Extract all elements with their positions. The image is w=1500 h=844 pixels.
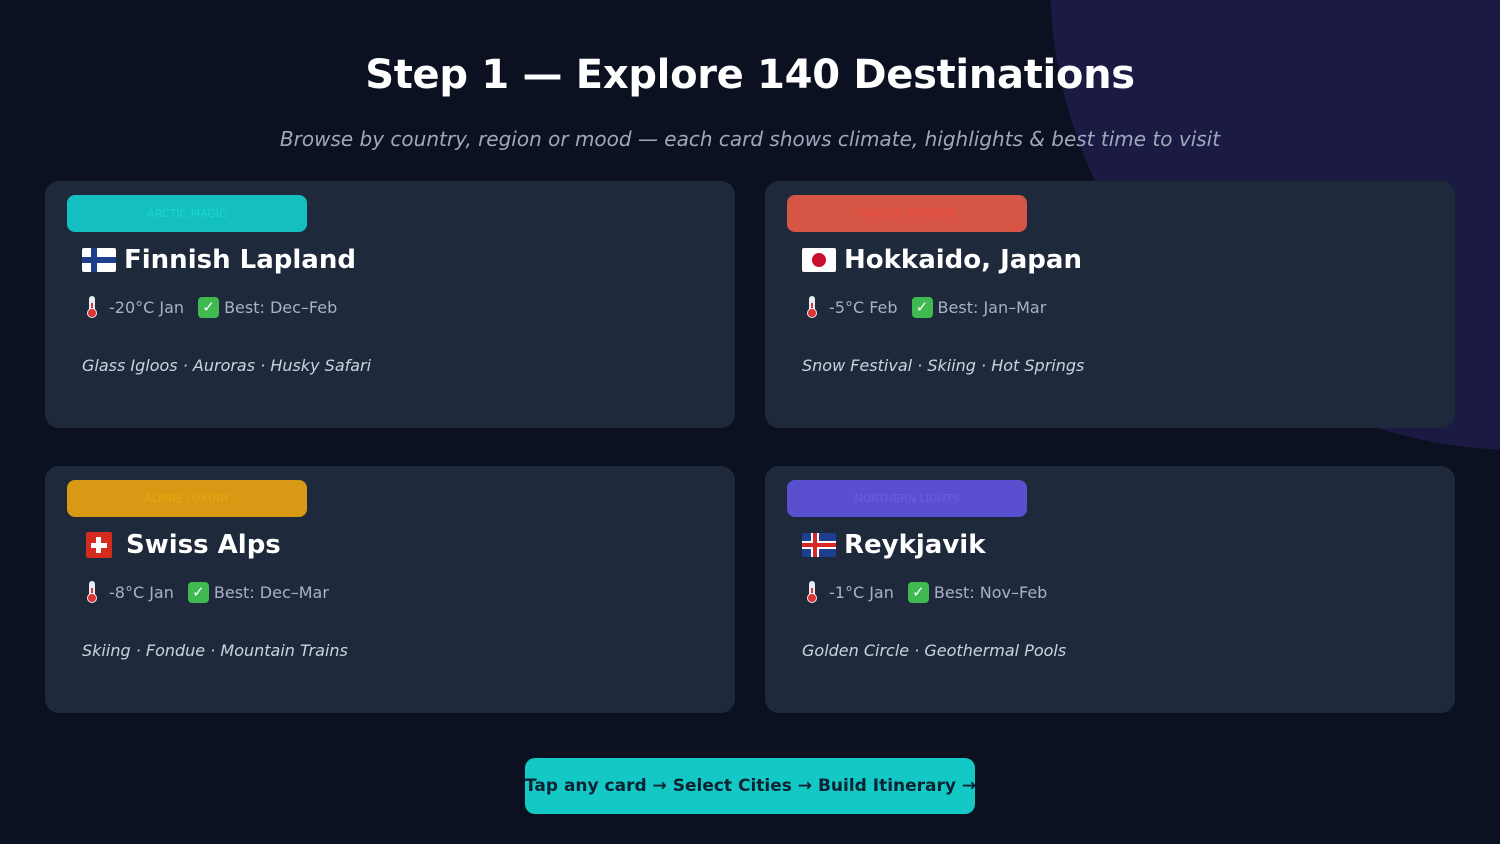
card-title: Finnish Lapland bbox=[82, 245, 356, 275]
card-best-time: Best: Dec–Mar bbox=[213, 582, 329, 602]
iceland-flag-icon bbox=[802, 533, 836, 557]
card-temperature: -1°C Jan bbox=[829, 582, 894, 602]
thermometer-icon bbox=[85, 581, 99, 603]
card-best-time: Best: Dec–Feb bbox=[224, 297, 338, 317]
card-highlights: Snow Festival · Skiing · Hot Springs bbox=[802, 356, 1085, 375]
card-name: Finnish Lapland bbox=[124, 245, 356, 275]
card-climate: -1°C Jan ✓ Best: Nov–Feb bbox=[805, 581, 1047, 603]
card-highlights: Glass Igloos · Auroras · Husky Safari bbox=[82, 356, 372, 375]
switzerland-flag-icon bbox=[86, 532, 112, 558]
japan-flag-icon bbox=[802, 248, 836, 272]
destination-card-hokkaido[interactable]: WINTER WONDER Hokkaido, Japan -5°C Feb ✓… bbox=[765, 181, 1455, 428]
card-best-time: Best: Jan–Mar bbox=[937, 297, 1047, 317]
card-badge: NORTHERN LIGHTS bbox=[787, 480, 1027, 517]
page: Step 1 — Explore 140 Destinations Browse… bbox=[0, 0, 1500, 844]
card-badge: ARCTIC MAGIC bbox=[67, 195, 307, 232]
card-highlights: Golden Circle · Geothermal Pools bbox=[802, 641, 1067, 660]
check-mark-icon: ✓ bbox=[198, 296, 220, 318]
destination-card-swiss-alps[interactable]: ALPINE LUXURY Swiss Alps -8°C Jan ✓ Best… bbox=[45, 466, 735, 713]
finland-flag-icon bbox=[82, 248, 116, 272]
thermometer-icon bbox=[805, 581, 819, 603]
card-temperature: -8°C Jan bbox=[109, 582, 174, 602]
card-best-time: Best: Nov–Feb bbox=[933, 582, 1048, 602]
card-climate: -5°C Feb ✓ Best: Jan–Mar bbox=[805, 296, 1046, 318]
check-mark-icon: ✓ bbox=[907, 581, 929, 603]
build-itinerary-button[interactable]: Tap any card → Select Cities → Build Iti… bbox=[525, 758, 976, 814]
check-mark-icon: ✓ bbox=[187, 581, 209, 603]
check-mark-icon: ✓ bbox=[911, 296, 933, 318]
card-climate: -20°C Jan ✓ Best: Dec–Feb bbox=[85, 296, 337, 318]
card-highlights: Skiing · Fondue · Mountain Trains bbox=[82, 641, 348, 660]
card-title: Hokkaido, Japan bbox=[802, 245, 1082, 275]
card-name: Reykjavik bbox=[844, 530, 986, 560]
card-temperature: -20°C Jan bbox=[109, 297, 185, 317]
card-climate: -8°C Jan ✓ Best: Dec–Mar bbox=[85, 581, 329, 603]
card-name: Hokkaido, Japan bbox=[844, 245, 1082, 275]
card-badge: WINTER WONDER bbox=[787, 195, 1027, 232]
card-title: Swiss Alps bbox=[82, 530, 281, 560]
thermometer-icon bbox=[85, 296, 99, 318]
page-title: Step 1 — Explore 140 Destinations bbox=[365, 52, 1135, 98]
card-name: Swiss Alps bbox=[126, 530, 281, 560]
thermometer-icon bbox=[805, 296, 819, 318]
card-temperature: -5°C Feb bbox=[829, 297, 898, 317]
destination-card-reykjavik[interactable]: NORTHERN LIGHTS Reykjavik -1°C Jan ✓ Bes… bbox=[765, 466, 1455, 713]
card-badge: ALPINE LUXURY bbox=[67, 480, 307, 517]
page-subtitle: Browse by country, region or mood — each… bbox=[279, 127, 1221, 151]
card-title: Reykjavik bbox=[802, 530, 986, 560]
destination-card-finnish-lapland[interactable]: ARCTIC MAGIC Finnish Lapland -20°C Jan ✓… bbox=[45, 181, 735, 428]
